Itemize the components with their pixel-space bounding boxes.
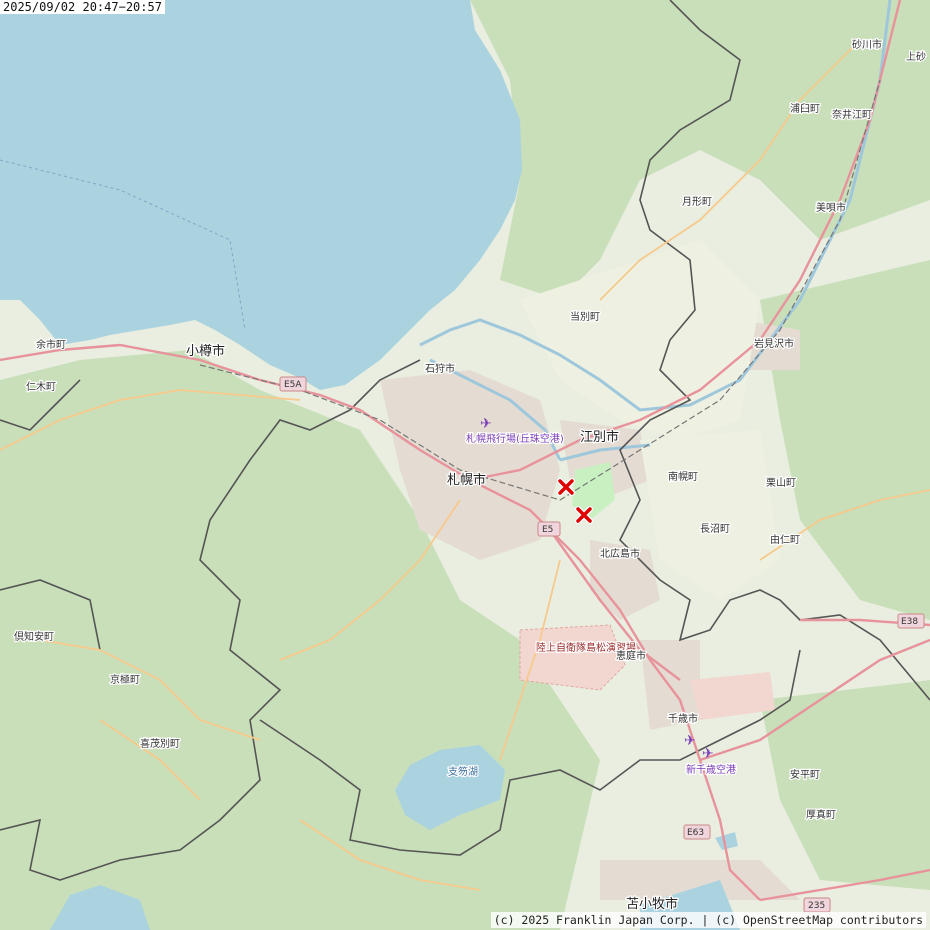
svg-text:E63: E63: [687, 828, 704, 838]
route-shield-e5: E5: [537, 521, 561, 537]
place-label-urausu: 浦臼町: [790, 102, 820, 115]
airplane-icon: ✈: [684, 733, 696, 749]
military-area: [519, 624, 626, 691]
place-label-kuriyama: 栗山町: [766, 477, 796, 489]
place-label-kitahiroshima: 北広島市: [600, 547, 640, 560]
svg-text:E5: E5: [542, 525, 553, 535]
place-label-eniwa: 恵庭市: [616, 649, 646, 662]
place-label-kutchan: 倶知安町: [14, 630, 54, 643]
place-label-ishikari: 石狩市: [425, 362, 455, 375]
place-label-okadama-airport: 札幌飛行場(丘珠空港): [466, 432, 564, 445]
place-label-kamisuna: 上砂: [906, 50, 926, 63]
route-shield-e63: E63: [683, 824, 711, 840]
place-label-kimobetsu: 喜茂別町: [140, 737, 180, 750]
place-label-tsukigata: 月形町: [682, 196, 712, 208]
place-label-yoichi: 余市町: [36, 338, 66, 351]
svg-text:E38: E38: [901, 617, 918, 627]
place-label-niki: 仁木町: [26, 381, 56, 393]
airplane-icon: ✈: [480, 416, 492, 432]
place-label-otaru: 小樽市: [186, 343, 225, 359]
place-label-naie: 奈井江町: [832, 108, 872, 121]
place-label-ebetsu: 江別市: [580, 429, 619, 445]
place-label-bibai: 美唄市: [816, 201, 846, 214]
place-label-shikotsu-lake: 支笏湖: [448, 765, 478, 778]
place-label-nanporo: 南幌町: [668, 470, 698, 483]
route-shield-235: 235: [803, 897, 831, 913]
route-shield-e5a: E5A: [279, 376, 307, 392]
place-label-kyogoku: 京極町: [110, 673, 140, 686]
airplane-icon: ✈: [702, 746, 714, 762]
place-label-new-chitose-airport: 新千歳空港: [686, 763, 736, 776]
map-canvas[interactable]: E5A E5 E38 E63 235 ✈ ✈ ✈ 砂川市 上砂 浦臼町 奈井江町…: [0, 0, 930, 930]
timestamp-label: 2025/09/02 20:47−20:57: [0, 0, 165, 14]
route-shield-e38: E38: [897, 613, 925, 629]
map-attribution: (c) 2025 Franklin Japan Corp. | (c) Open…: [490, 912, 926, 928]
place-label-chitose: 千歳市: [668, 712, 698, 725]
marker-2[interactable]: [575, 506, 593, 524]
place-label-naganuma: 長沼町: [700, 522, 730, 535]
place-label-sapporo: 札幌市: [447, 472, 486, 488]
place-label-iwamizawa: 岩見沢市: [754, 337, 794, 350]
svg-text:E5A: E5A: [284, 380, 302, 390]
place-label-tobetsu: 当別町: [570, 310, 600, 323]
place-label-yuni: 由仁町: [770, 533, 800, 546]
svg-text:235: 235: [808, 901, 825, 911]
marker-1[interactable]: [557, 478, 575, 496]
place-label-atsuma: 厚真町: [806, 808, 836, 821]
place-label-sunagawa: 砂川市: [852, 38, 882, 51]
place-label-abira: 安平町: [790, 768, 820, 781]
place-label-tomakomai: 苫小牧市: [626, 896, 678, 912]
